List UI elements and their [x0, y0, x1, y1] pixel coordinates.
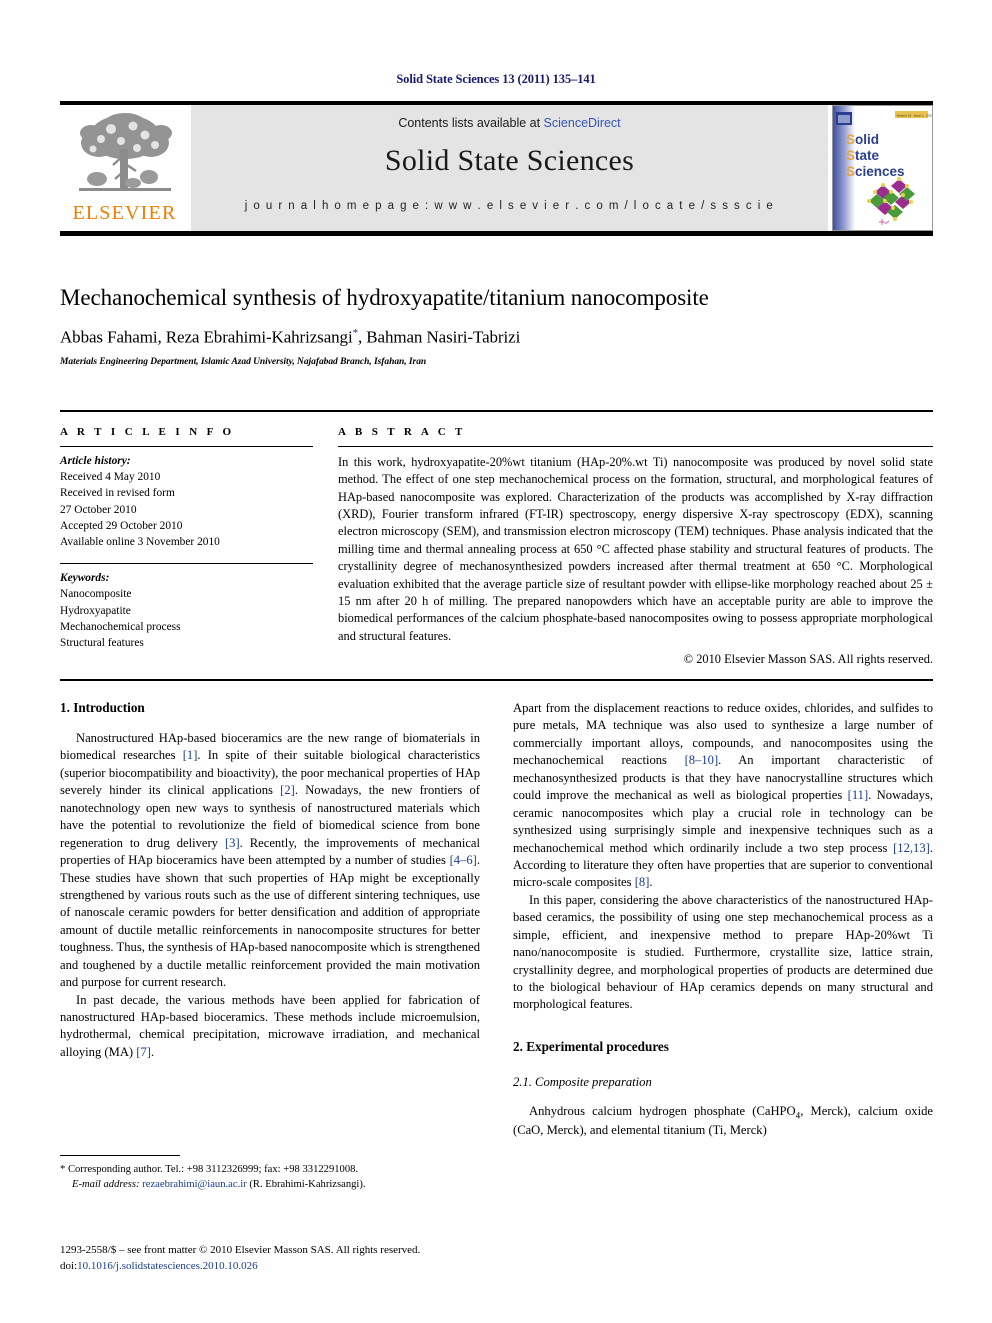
keywords-list: Keywords: Nanocomposite Hydroxyapatite M… — [60, 564, 313, 651]
history-item: Available online 3 November 2010 — [60, 535, 220, 548]
citation-ref[interactable]: [12,13] — [893, 841, 930, 855]
svg-text:Volume 13 . Issue 1 . 2011: Volume 13 . Issue 1 . 2011 — [897, 113, 933, 117]
journal-masthead: ELSEVIER Contents lists available at Sci… — [60, 101, 933, 236]
keyword-item: Nanocomposite — [60, 588, 132, 601]
svg-text:S: S — [846, 148, 855, 163]
copyright-line: © 2010 Elsevier Masson SAS. All rights r… — [683, 651, 933, 666]
email-owner: (R. Ebrahimi-Kahrizsangi). — [249, 1179, 366, 1191]
text-run: . — [649, 875, 653, 890]
doi-label: doi: — [60, 1259, 78, 1272]
heading-experimental-procedures: 2. Experimental procedures — [513, 1038, 669, 1054]
column-gap — [313, 426, 338, 667]
citation-ref[interactable]: [11] — [848, 788, 869, 802]
right-paragraph-2: In this paper, considering the above cha… — [513, 892, 933, 1012]
affiliation: Materials Engineering Department, Islami… — [60, 357, 427, 368]
issn-line: 1293-2558/$ – see front matter © 2010 El… — [60, 1244, 421, 1256]
keyword-item: Structural features — [60, 636, 144, 649]
citation-ref[interactable]: [3] — [225, 836, 240, 850]
citation-ref[interactable]: [4–6] — [450, 853, 477, 867]
email-label: E-mail address: — [72, 1179, 140, 1191]
imprint-block: 1293-2558/$ – see front matter © 2010 El… — [60, 1243, 490, 1275]
author-list: Abbas Fahami, Reza Ebrahimi-Kahrizsangi*… — [60, 327, 933, 348]
svg-text:S: S — [846, 132, 855, 147]
text-run: In past decade, the various methods have… — [60, 992, 480, 1059]
article-history: Article history: Received 4 May 2010 Rec… — [60, 447, 313, 550]
contents-available-line: Contents lists available at ScienceDirec… — [191, 105, 828, 130]
text-run: . — [150, 1044, 155, 1059]
citation-ref[interactable]: [7] — [136, 1045, 151, 1059]
title-block: Mechanochemical synthesis of hydroxyapat… — [60, 285, 933, 367]
doi-link[interactable]: 10.1016/j.solidstatesciences.2010.10.026 — [77, 1260, 258, 1272]
svg-text:olid: olid — [855, 132, 879, 147]
elsevier-wordmark: ELSEVIER — [72, 202, 177, 224]
journal-title: Solid State Sciences — [384, 144, 635, 177]
corresponding-author-note: * Corresponding author. Tel.: +98 311232… — [60, 1164, 359, 1175]
body-columns: 1. Introduction Nanostructured HAp-based… — [60, 700, 933, 1139]
footnote-rule — [60, 1155, 180, 1156]
right-paragraph-1: Apart from the displacement reactions to… — [513, 700, 933, 892]
masthead-bottom-rule — [60, 231, 933, 236]
running-head: Solid State Sciences 13 (2011) 135–141 — [396, 72, 596, 86]
masthead-center-band: Contents lists available at ScienceDirec… — [191, 105, 828, 231]
body-column-gap — [480, 700, 513, 1139]
keywords-label: Keywords: — [60, 572, 110, 585]
history-item: Received in revised form — [60, 487, 175, 500]
keyword-item: Hydroxyapatite — [60, 604, 131, 617]
doi-line: doi:10.1016/j.solidstatesciences.2010.10… — [60, 1259, 490, 1275]
journal-homepage-line[interactable]: j o u r n a l h o m e p a g e : w w w . … — [191, 200, 828, 212]
article-info-column: A R T I C L E I N F O Article history: R… — [60, 426, 313, 667]
history-item: Received 4 May 2010 — [60, 471, 161, 484]
citation-ref[interactable]: [1] — [183, 748, 198, 762]
page-title: Mechanochemical synthesis of hydroxyapat… — [60, 285, 709, 310]
right-column: Apart from the displacement reactions to… — [513, 700, 933, 1139]
info-abstract-section: A R T I C L E I N F O Article history: R… — [60, 410, 933, 681]
intro-paragraph-1: Nanostructured HAp-based bioceramics are… — [60, 730, 480, 992]
footnote-block: * Corresponding author. Tel.: +98 311232… — [60, 1155, 480, 1193]
authors-tail: , Bahman Nasiri-Tabrizi — [357, 328, 521, 348]
text-run: . These studies have shown that such pro… — [60, 853, 480, 990]
info-abstract-bottom-rule — [60, 678, 933, 681]
heading-introduction: 1. Introduction — [60, 700, 145, 715]
elsevier-tree-icon — [78, 113, 172, 191]
text-run: Anhydrous calcium hydrogen phosphate (Ca… — [529, 1103, 796, 1118]
cover-artwork-icon: Volume 13 . Issue 1 . 2011 Solid State S… — [833, 106, 933, 230]
sciencedirect-link[interactable]: ScienceDirect — [544, 116, 621, 130]
intro-paragraph-2: In past decade, the various methods have… — [60, 992, 480, 1062]
abstract-column: A B S T R A C T In this work, hydroxyapa… — [338, 426, 933, 667]
keyword-item: Mechanochemical process — [60, 620, 181, 633]
journal-cover-thumbnail[interactable]: Volume 13 . Issue 1 . 2011 Solid State S… — [832, 105, 933, 231]
abstract-text: In this work, hydroxyapatite-20%wt titan… — [338, 455, 933, 643]
article-info-label: A R T I C L E I N F O — [60, 426, 235, 438]
email-link[interactable]: rezaebrahimi@iaun.ac.ir — [142, 1179, 246, 1190]
article-history-label: Article history: — [60, 455, 131, 467]
journal-article-page: Solid State Sciences 13 (2011) 135–141 E… — [0, 0, 992, 1323]
svg-text:tate: tate — [855, 148, 879, 163]
citation-ref[interactable]: [8–10] — [685, 753, 719, 767]
history-item: 27 October 2010 — [60, 503, 137, 516]
elsevier-logo: ELSEVIER — [60, 105, 189, 231]
email-note: E-mail address: rezaebrahimi@iaun.ac.ir … — [60, 1177, 480, 1192]
history-item: Accepted 29 October 2010 — [60, 519, 183, 532]
left-column: 1. Introduction Nanostructured HAp-based… — [60, 700, 480, 1139]
svg-text:ciences: ciences — [855, 164, 905, 179]
right-paragraph-3: Anhydrous calcium hydrogen phosphate (Ca… — [513, 1103, 933, 1140]
contents-prefix: Contents lists available at — [398, 116, 544, 130]
citation-ref[interactable]: [2] — [280, 783, 295, 797]
heading-composite-preparation: 2.1. Composite preparation — [513, 1074, 652, 1089]
svg-text:S: S — [846, 164, 855, 179]
citation-ref[interactable]: [8] — [635, 875, 650, 889]
abstract-label: A B S T R A C T — [338, 426, 466, 438]
authors-main: Abbas Fahami, Reza Ebrahimi-Kahrizsangi — [60, 328, 353, 348]
